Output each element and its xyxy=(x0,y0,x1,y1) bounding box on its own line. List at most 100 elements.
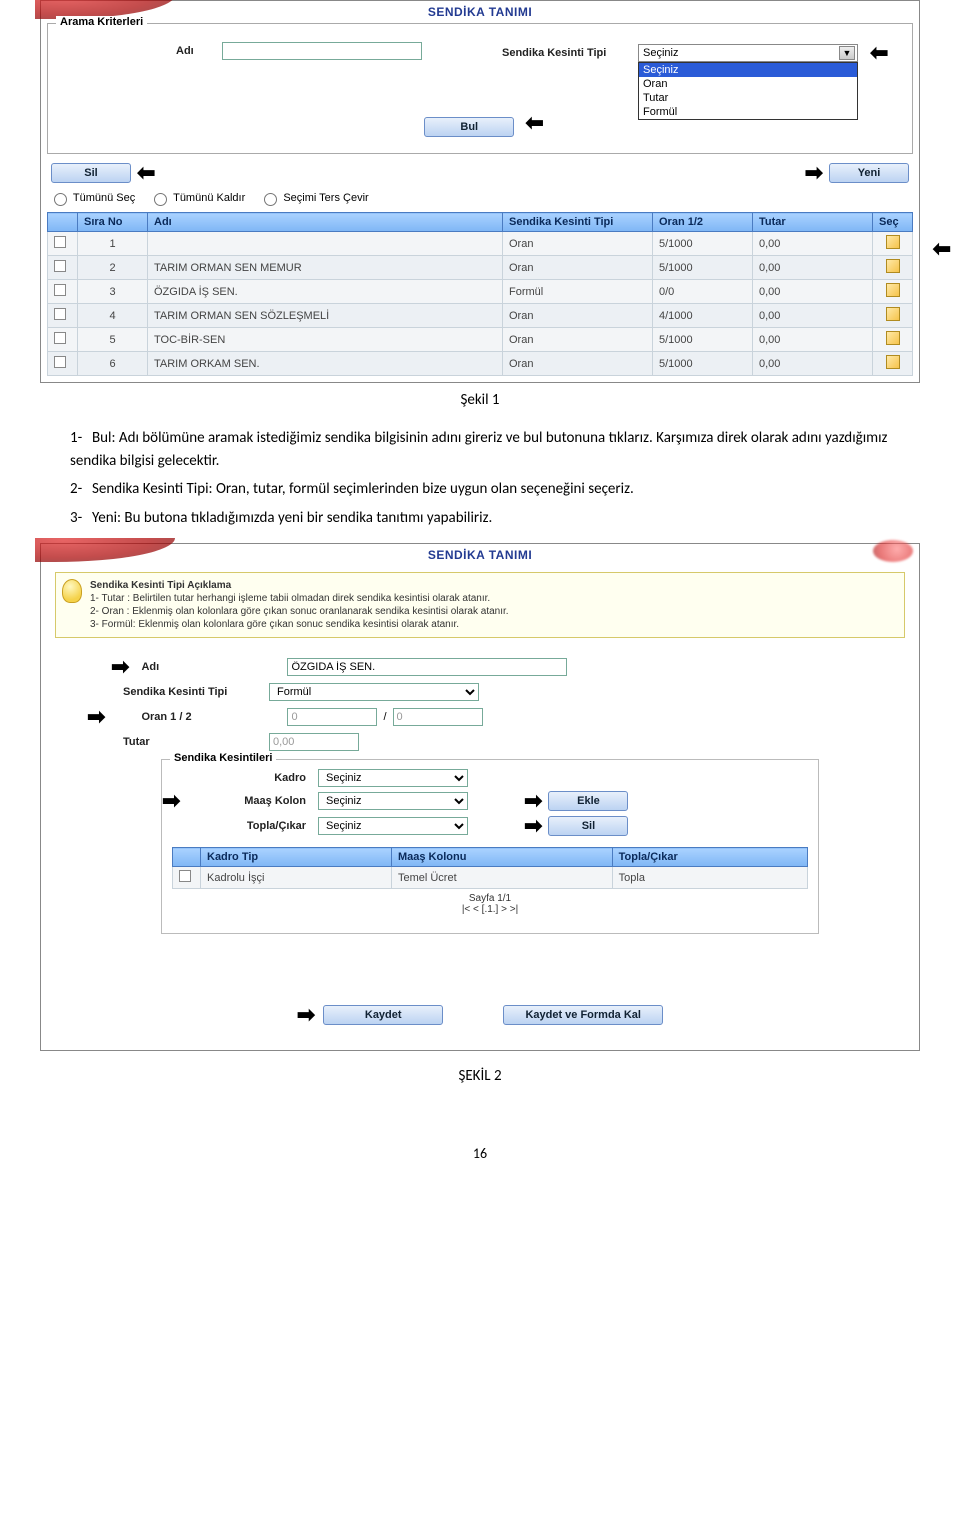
decorative-dot xyxy=(873,540,913,562)
instruction-text: 1-Bul: Adı bölümüne aramak istediğimiz s… xyxy=(70,427,890,529)
cell-no: 5 xyxy=(78,328,148,352)
list-num-1: 1- xyxy=(70,427,92,450)
cell-oran: 5/1000 xyxy=(653,352,753,376)
kaydet-button[interactable]: Kaydet xyxy=(323,1005,443,1025)
topla-select[interactable]: Seçiniz xyxy=(318,817,468,835)
cell-adi: TOC-BİR-SEN xyxy=(148,328,503,352)
table-row[interactable]: 5TOC-BİR-SENOran5/10000,00 xyxy=(48,328,913,352)
col-tutar: Tutar xyxy=(753,213,873,232)
cell-no: 2 xyxy=(78,256,148,280)
tip-dropdown-selected: Seçiniz xyxy=(643,47,678,59)
cell-tutar: 0,00 xyxy=(753,352,873,376)
col-sira-no: Sıra No xyxy=(78,213,148,232)
row-checkbox[interactable] xyxy=(54,356,66,368)
radio-deselect-all[interactable]: Tümünü Kaldır xyxy=(149,190,245,206)
info-box: Sendika Kesinti Tipi Açıklama 1- Tutar :… xyxy=(55,572,905,638)
table-row[interactable]: 1Oran5/10000,00 xyxy=(48,232,913,256)
col-check xyxy=(48,213,78,232)
kesintiler-legend: Sendika Kesintileri xyxy=(170,752,276,764)
row-checkbox[interactable] xyxy=(54,236,66,248)
cell-tip: Oran xyxy=(503,328,653,352)
cell-tip: Oran xyxy=(503,304,653,328)
arrow-annotation-left-icon: ⬅ xyxy=(933,238,951,260)
cell-adi: TARIM ORMAN SEN SÖZLEŞMELİ xyxy=(148,304,503,328)
edit-icon[interactable] xyxy=(886,355,900,369)
footer-buttons: ➡ Kaydet Kaydet ve Formda Kal xyxy=(41,1004,919,1026)
radio-select-all-input[interactable] xyxy=(54,193,67,206)
ekle-button[interactable]: Ekle xyxy=(548,791,628,811)
cell-adi: TARIM ORMAN SEN MEMUR xyxy=(148,256,503,280)
lightbulb-icon xyxy=(62,579,82,603)
row-checkbox[interactable] xyxy=(54,284,66,296)
oran-b-input[interactable] xyxy=(393,708,483,726)
radio-invert-input[interactable] xyxy=(264,193,277,206)
tutar-input[interactable] xyxy=(269,733,359,751)
pager-nav[interactable]: |< < [.1.] > >| xyxy=(172,904,808,915)
sendika-table: Sıra No Adı Sendika Kesinti Tipi Oran 1/… xyxy=(47,212,913,376)
edit-icon[interactable] xyxy=(886,307,900,321)
instruction-1: Bul: Adı bölümüne aramak istediğimiz sen… xyxy=(70,429,887,470)
figure-caption-2: ŞEKİL 2 xyxy=(0,1067,960,1085)
kaydet-formda-kal-button[interactable]: Kaydet ve Formda Kal xyxy=(503,1005,663,1025)
pager-status: Sayfa 1/1 xyxy=(172,893,808,904)
cell-tutar: 0,00 xyxy=(753,256,873,280)
tip-dropdown[interactable]: Seçiniz ▼ Seçiniz Oran Tutar Formül xyxy=(638,44,858,62)
tip-dropdown-list: Seçiniz Oran Tutar Formül xyxy=(638,62,858,120)
adi-input[interactable] xyxy=(222,42,422,60)
col-sec: Seç xyxy=(873,213,913,232)
edit-icon[interactable] xyxy=(886,283,900,297)
tip-option-tutar[interactable]: Tutar xyxy=(639,91,857,105)
cell-adi: ÖZGIDA İŞ SEN. xyxy=(148,280,503,304)
cell-oran: 5/1000 xyxy=(653,232,753,256)
table-row[interactable]: 6TARIM ORKAM SEN.Oran5/10000,00 xyxy=(48,352,913,376)
oran-sep: / xyxy=(383,711,386,723)
radio-select-all[interactable]: Tümünü Seç xyxy=(49,190,135,206)
edit-icon[interactable] xyxy=(886,331,900,345)
kesintiler-fieldset: Sendika Kesintileri Kadro Seçiniz ➡ Maaş… xyxy=(161,759,819,934)
bul-button[interactable]: Bul xyxy=(424,117,514,137)
table-row[interactable]: 2TARIM ORMAN SEN MEMUROran5/10000,00 xyxy=(48,256,913,280)
adi-label: Adı xyxy=(141,661,281,673)
cell-no: 3 xyxy=(78,280,148,304)
kadro-select[interactable]: Seçiniz xyxy=(318,769,468,787)
arrow-annotation-right-icon: ➡ xyxy=(297,1004,315,1026)
cell-adi xyxy=(148,232,503,256)
cell-no: 1 xyxy=(78,232,148,256)
row-checkbox[interactable] xyxy=(54,308,66,320)
arrow-annotation-right-icon: ➡ xyxy=(111,656,129,678)
tip-option-seciniz[interactable]: Seçiniz xyxy=(639,63,857,77)
figure-caption-1: Şekil 1 xyxy=(0,391,960,409)
cell-tip: Oran xyxy=(503,232,653,256)
arrow-annotation-right-icon: ➡ xyxy=(87,706,105,728)
kesintiler-table: Kadro Tip Maaş Kolonu Topla/Çıkar Kadrol… xyxy=(172,847,808,889)
table-row[interactable]: 3ÖZGIDA İŞ SEN.Formül0/00,00 xyxy=(48,280,913,304)
cell-kadro: Kadrolu İşçi xyxy=(201,867,392,889)
adi-input[interactable] xyxy=(287,658,567,676)
sil-button-2[interactable]: Sil xyxy=(548,816,628,836)
maas-select[interactable]: Seçiniz xyxy=(318,792,468,810)
instruction-3: Yeni: Bu butona tıkladığımızda yeni bir … xyxy=(92,509,492,527)
oran-a-input[interactable] xyxy=(287,708,377,726)
edit-icon[interactable] xyxy=(886,235,900,249)
radio-deselect-all-input[interactable] xyxy=(154,193,167,206)
table-row[interactable]: 4TARIM ORMAN SEN SÖZLEŞMELİOran4/10000,0… xyxy=(48,304,913,328)
radio-invert[interactable]: Seçimi Ters Çevir xyxy=(259,190,368,206)
adi-label: Adı xyxy=(176,45,216,57)
cell-tutar: 0,00 xyxy=(753,328,873,352)
tip-select[interactable]: Formül xyxy=(269,683,479,701)
table-row[interactable]: Kadrolu İşçi Temel Ücret Topla xyxy=(173,867,808,889)
chevron-down-icon[interactable]: ▼ xyxy=(839,46,855,60)
page-title: SENDİKA TANIMI xyxy=(41,544,919,564)
row-checkbox[interactable] xyxy=(179,870,191,882)
tip-label: Sendika Kesinti Tipi xyxy=(123,686,263,698)
yeni-button[interactable]: Yeni xyxy=(829,163,909,183)
tip-option-formul[interactable]: Formül xyxy=(639,105,857,119)
cell-maas: Temel Ücret xyxy=(391,867,612,889)
row-checkbox[interactable] xyxy=(54,260,66,272)
list-num-3: 3- xyxy=(70,507,92,530)
tip-option-oran[interactable]: Oran xyxy=(639,77,857,91)
sil-button[interactable]: Sil xyxy=(51,163,131,183)
row-checkbox[interactable] xyxy=(54,332,66,344)
edit-icon[interactable] xyxy=(886,259,900,273)
arrow-annotation-left-icon: ⬅ xyxy=(137,162,155,184)
